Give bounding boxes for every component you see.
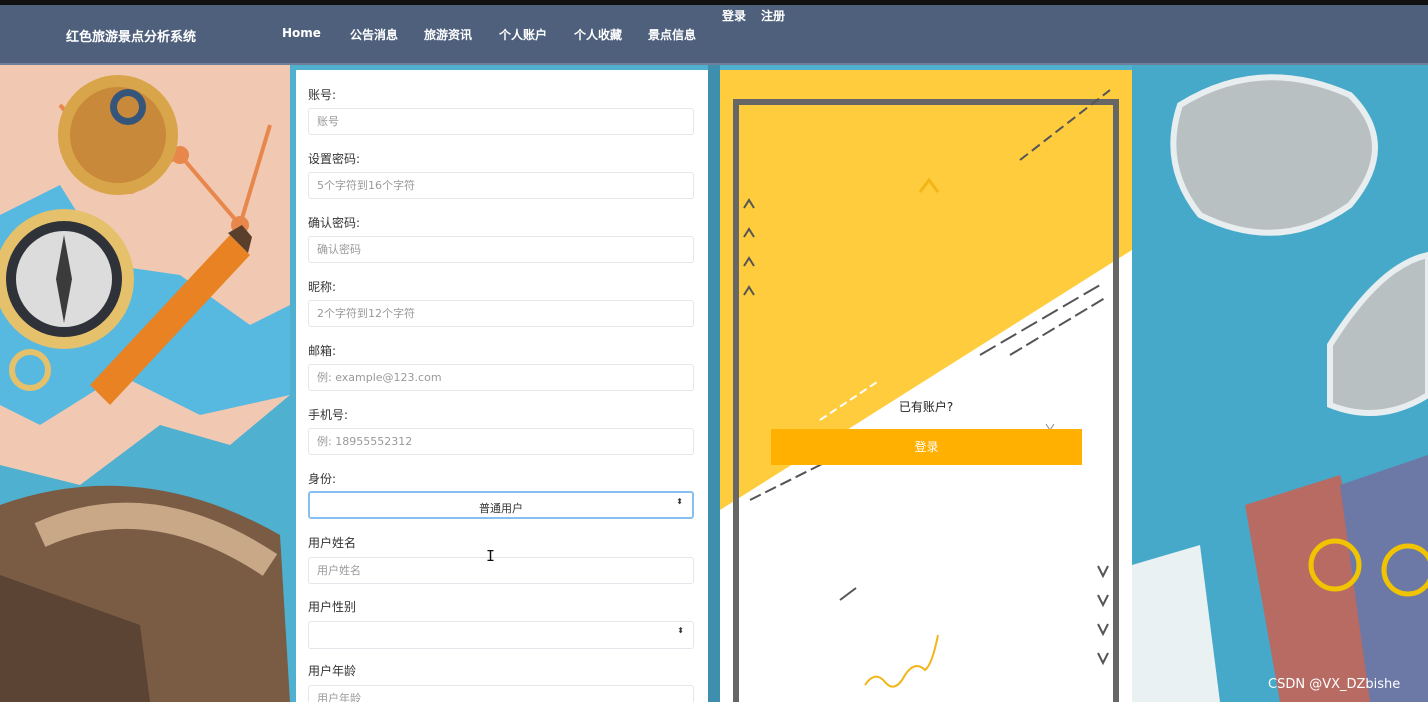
text-cursor-icon: I <box>486 547 496 565</box>
header-register-link[interactable]: 注册 <box>761 7 785 24</box>
nav-travel-news[interactable]: 旅游资讯 <box>424 26 472 43</box>
identity-select-value: 普通用户 <box>479 502 523 515</box>
phone-label: 手机号: <box>308 408 349 422</box>
nav-personal-account[interactable]: 个人账户 <box>499 26 547 43</box>
age-input[interactable] <box>308 685 694 702</box>
email-label: 邮箱: <box>308 344 337 358</box>
nav-home[interactable]: Home <box>282 26 321 40</box>
nav-favorites[interactable]: 个人收藏 <box>574 26 622 43</box>
gender-label: 用户性别 <box>308 600 357 614</box>
nav-scenic-spots[interactable]: 景点信息 <box>648 26 696 43</box>
identity-label: 身份: <box>308 472 337 486</box>
phone-input[interactable] <box>308 428 694 455</box>
nav-announcements[interactable]: 公告消息 <box>350 26 398 43</box>
brand-title: 红色旅游景点分析系统 <box>66 30 197 45</box>
login-card: 已有账户? 登录 <box>720 70 1132 702</box>
have-account-text: 已有账户? <box>898 400 954 414</box>
confirm-password-input[interactable] <box>308 236 694 263</box>
background-illustration <box>0 65 1428 702</box>
nickname-input[interactable] <box>308 300 694 327</box>
age-label: 用户年龄 <box>308 664 357 678</box>
header-login-link[interactable]: 登录 <box>722 7 746 24</box>
gender-select[interactable]: ⬍ <box>308 621 694 649</box>
password-label: 设置密码: <box>308 152 361 166</box>
card-decoration <box>720 70 1132 702</box>
registration-form: 账号: 设置密码: 确认密码: 昵称: 邮箱: 手机号: 身份: 普通用户 ⬍ … <box>296 70 708 702</box>
nickname-label: 昵称: <box>308 280 337 294</box>
watermark: CSDN @VX_DZbishe <box>1268 677 1401 692</box>
account-input[interactable] <box>308 108 694 135</box>
real-name-label: 用户姓名 <box>308 536 357 550</box>
select-arrows-icon: ⬍ <box>676 497 683 506</box>
identity-select[interactable]: 普通用户 ⬍ <box>308 491 694 519</box>
email-input[interactable] <box>308 364 694 391</box>
real-name-input[interactable] <box>308 557 694 584</box>
confirm-password-label: 确认密码: <box>308 216 361 230</box>
account-label: 账号: <box>308 88 337 102</box>
login-button[interactable]: 登录 <box>771 429 1082 465</box>
password-input[interactable] <box>308 172 694 199</box>
select-arrows-icon: ⬍ <box>677 626 684 635</box>
navbar: 红色旅游景点分析系统 Home 公告消息 旅游资讯 个人账户 个人收藏 景点信息… <box>0 5 1428 65</box>
